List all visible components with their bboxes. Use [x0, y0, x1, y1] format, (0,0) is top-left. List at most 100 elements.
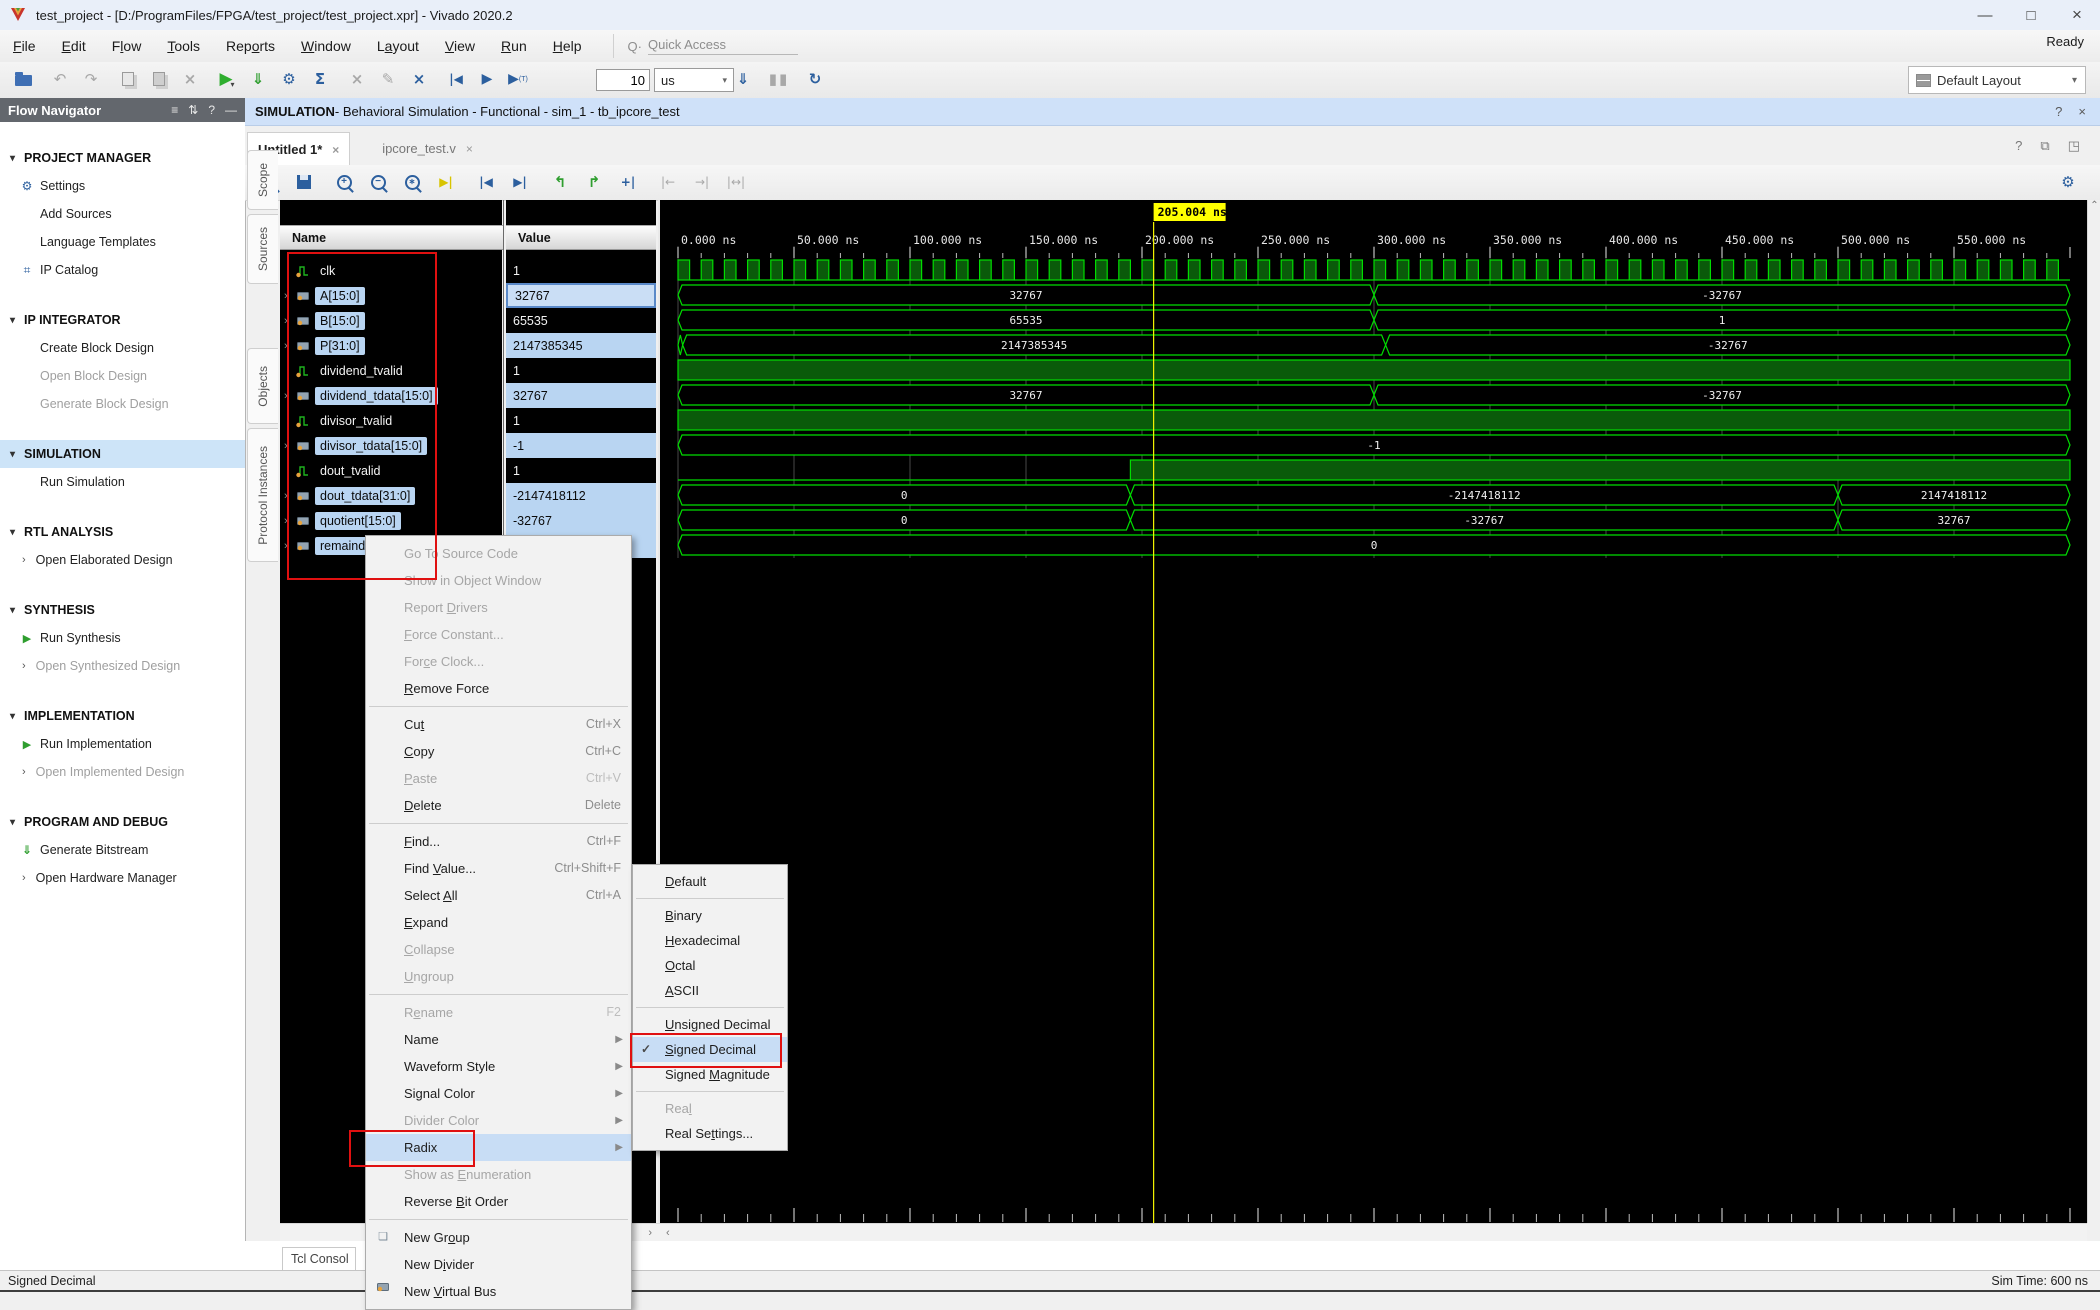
- signal-value-dout-tdata-31-0[interactable]: -2147418112: [506, 483, 656, 508]
- flow-header-simulation[interactable]: ▾SIMULATION: [0, 440, 245, 468]
- flow-item-run-simulation[interactable]: Run Simulation: [0, 468, 245, 496]
- delete-icon[interactable]: ×: [177, 66, 203, 92]
- menu-item-paste[interactable]: PasteCtrl+V: [366, 765, 631, 792]
- cancel-icon[interactable]: ×: [344, 66, 370, 92]
- help-icon[interactable]: ?: [2015, 138, 2022, 154]
- menu-layout[interactable]: Layout: [364, 30, 432, 62]
- menu-item-select-all[interactable]: Select AllCtrl+A: [366, 882, 631, 909]
- flow-header-project-manager[interactable]: ▾PROJECT MANAGER: [0, 144, 245, 172]
- minimize-panel-icon[interactable]: —: [225, 103, 237, 117]
- flow-item-generate-block-design[interactable]: Generate Block Design: [0, 390, 245, 418]
- menu-item-divider-color[interactable]: Divider Color▶: [366, 1107, 631, 1134]
- flow-item-open-implemented-design[interactable]: ›Open Implemented Design: [0, 758, 245, 786]
- value-column-header[interactable]: Value: [506, 225, 656, 250]
- signal-name-a-15-0[interactable]: ›A[15:0]: [280, 283, 502, 308]
- signal-value-b-15-0[interactable]: 65535: [506, 308, 656, 333]
- flow-item-open-elaborated-design[interactable]: ›Open Elaborated Design: [0, 546, 245, 574]
- waveform-canvas[interactable]: 0.000 ns50.000 ns100.000 ns150.000 ns200…: [658, 200, 2087, 1223]
- flow-header-program-and-debug[interactable]: ▾PROGRAM AND DEBUG: [0, 808, 245, 836]
- fit-span-icon[interactable]: |↔|: [723, 169, 749, 195]
- side-tab-sources[interactable]: Sources: [247, 214, 278, 284]
- side-tab-protocol-instances[interactable]: Protocol Instances: [247, 428, 278, 562]
- float-window-icon[interactable]: ⧉: [2040, 138, 2049, 154]
- close-tab-icon[interactable]: ×: [332, 143, 339, 157]
- signal-name-dividend-tdata-15-0[interactable]: ›dividend_tdata[15:0]: [280, 383, 502, 408]
- restart-icon[interactable]: |◀: [443, 66, 469, 92]
- menu-item-real-settings[interactable]: Real Settings...: [633, 1121, 787, 1146]
- flow-item-add-sources[interactable]: Add Sources: [0, 200, 245, 228]
- menu-item-collapse[interactable]: Collapse: [366, 936, 631, 963]
- menu-item-unsigned-decimal[interactable]: Unsigned Decimal: [633, 1012, 787, 1037]
- flow-header-implementation[interactable]: ▾IMPLEMENTATION: [0, 702, 245, 730]
- pause-icon[interactable]: ▮▮: [766, 66, 792, 92]
- redo-icon[interactable]: ↷: [78, 66, 104, 92]
- signal-value-a-15-0[interactable]: 32767: [506, 283, 656, 308]
- name-column-header[interactable]: Name: [280, 225, 503, 250]
- next-edge-icon[interactable]: ↱: [581, 169, 607, 195]
- flow-item-open-synthesized-design[interactable]: ›Open Synthesized Design: [0, 652, 245, 680]
- expand-icon[interactable]: ›: [280, 490, 296, 502]
- expand-icon[interactable]: ›: [280, 290, 296, 302]
- maximize-panel-icon[interactable]: ◳: [2068, 138, 2080, 154]
- wave-row-dout-tvalid[interactable]: [678, 460, 2070, 480]
- run-all-icon[interactable]: ▶: [474, 66, 500, 92]
- wave-row-clk[interactable]: [678, 260, 2070, 280]
- flow-item-settings[interactable]: ⚙Settings: [0, 172, 245, 200]
- signal-value-clk[interactable]: 1: [506, 258, 656, 283]
- tab-ipcore-test-v[interactable]: ipcore_test.v×: [372, 132, 483, 165]
- menu-item-binary[interactable]: Binary: [633, 903, 787, 928]
- flow-item-open-hardware-manager[interactable]: ›Open Hardware Manager: [0, 864, 245, 892]
- swap-prev-icon[interactable]: |←: [655, 169, 681, 195]
- kill-icon[interactable]: ×: [406, 66, 432, 92]
- settings-gear-icon[interactable]: ⚙: [276, 66, 302, 92]
- wave-settings-gear-icon[interactable]: ⚙: [2055, 169, 2081, 195]
- menu-item-delete[interactable]: DeleteDelete: [366, 792, 631, 819]
- expand-icon[interactable]: ›: [280, 390, 296, 402]
- goto-start-icon[interactable]: |◀: [473, 169, 499, 195]
- close-tab-icon[interactable]: ×: [466, 142, 473, 156]
- expand-icon[interactable]: ›: [280, 540, 296, 552]
- expand-icon[interactable]: ›: [280, 515, 296, 527]
- flow-item-create-block-design[interactable]: Create Block Design: [0, 334, 245, 362]
- flow-item-run-implementation[interactable]: ▶Run Implementation: [0, 730, 245, 758]
- menu-item-go-to-source-code[interactable]: Go To Source Code: [366, 540, 631, 567]
- menu-reports[interactable]: Reports: [213, 30, 288, 62]
- signal-value-dividend-tvalid[interactable]: 1: [506, 358, 656, 383]
- menu-item-new-divider[interactable]: New Divider: [366, 1251, 631, 1278]
- wave-row-dividend-tvalid[interactable]: [678, 360, 2070, 380]
- signal-name-divisor-tvalid[interactable]: divisor_tvalid: [280, 408, 502, 433]
- wave-row-divisor-tvalid[interactable]: [678, 410, 2070, 430]
- menu-item-radix[interactable]: Radix▶: [366, 1134, 631, 1161]
- flow-header-synthesis[interactable]: ▾SYNTHESIS: [0, 596, 245, 624]
- wave-row-p-31-0[interactable]: 2147385345-32767: [678, 335, 2070, 355]
- side-tab-objects[interactable]: Objects: [247, 348, 278, 424]
- menu-item-ungroup[interactable]: Ungroup: [366, 963, 631, 990]
- undo-icon[interactable]: ↶: [47, 66, 73, 92]
- menu-item-rename[interactable]: RenameF2: [366, 999, 631, 1026]
- menu-item-report-drivers[interactable]: Report Drivers: [366, 594, 631, 621]
- paste-icon[interactable]: [146, 66, 172, 92]
- signal-value-divisor-tdata-15-0[interactable]: -1: [506, 433, 656, 458]
- menu-item-find[interactable]: Find...Ctrl+F: [366, 828, 631, 855]
- menu-item-ascii[interactable]: ASCII: [633, 978, 787, 1003]
- flow-header-ip-integrator[interactable]: ▾IP INTEGRATOR: [0, 306, 245, 334]
- help-icon[interactable]: ?: [208, 103, 215, 117]
- expand-icon[interactable]: ›: [280, 440, 296, 452]
- side-tab-scope[interactable]: Scope: [247, 150, 278, 210]
- menu-item-expand[interactable]: Expand: [366, 909, 631, 936]
- wave-row-dout-tdata-31-0[interactable]: 0-21474181122147418112: [678, 485, 2070, 505]
- help-icon[interactable]: ?: [2055, 104, 2062, 119]
- menu-file[interactable]: File: [0, 30, 49, 62]
- maximize-button[interactable]: □: [2008, 0, 2054, 30]
- step-icon[interactable]: ⇓: [730, 66, 756, 92]
- goto-end-icon[interactable]: ▶|: [507, 169, 533, 195]
- signal-value-p-31-0[interactable]: 2147385345: [506, 333, 656, 358]
- flow-item-run-synthesis[interactable]: ▶Run Synthesis: [0, 624, 245, 652]
- menu-window[interactable]: Window: [288, 30, 364, 62]
- wave-row-remainder-15-0[interactable]: 0: [678, 535, 2070, 555]
- save-wave-icon[interactable]: [291, 169, 317, 195]
- menu-item-force-clock[interactable]: Force Clock...: [366, 648, 631, 675]
- copy-icon[interactable]: [115, 66, 141, 92]
- menu-item-real[interactable]: Real: [633, 1096, 787, 1121]
- collapse-all-icon[interactable]: ≡: [171, 103, 178, 117]
